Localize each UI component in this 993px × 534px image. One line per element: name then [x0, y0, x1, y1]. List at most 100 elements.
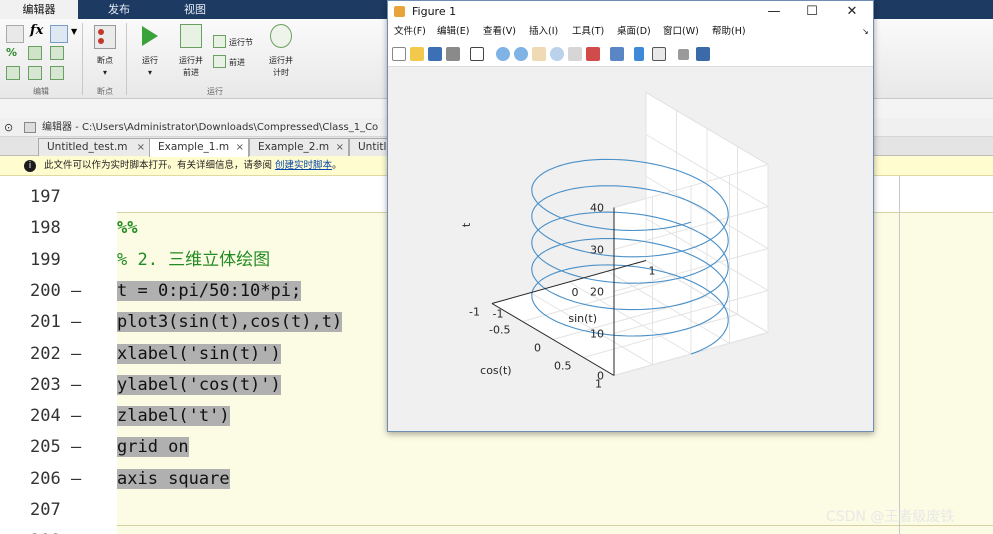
z-tick-label: 20 [590, 286, 604, 299]
menu-edit[interactable]: 编辑(E) [437, 22, 469, 42]
code-line[interactable]: grid on [117, 435, 189, 459]
print-icon[interactable] [446, 47, 460, 61]
editor-path: 编辑器 - C:\Users\Administrator\Downloads\C… [42, 122, 379, 133]
run-and-time-label-1[interactable]: 运行并 [262, 55, 300, 66]
zoom-out-icon[interactable] [514, 47, 528, 61]
menu-file[interactable]: 文件(F) [394, 22, 426, 42]
editor-icon [24, 122, 36, 133]
chevron-down-icon[interactable]: ▾ [144, 67, 156, 78]
code-line[interactable]: zlabel('t') [117, 404, 230, 428]
run-section-button[interactable]: 运行节 [229, 37, 261, 48]
x-tick-label: 1 [649, 265, 656, 278]
create-live-script-link[interactable]: 创建实时脚本 [275, 160, 332, 171]
run-and-advance-icon[interactable] [180, 24, 202, 48]
new-figure-icon[interactable] [392, 47, 406, 61]
y-axis-label: cos(t) [480, 364, 511, 377]
code-line[interactable]: %% [117, 529, 137, 534]
insert-function-icon[interactable]: fx [30, 23, 43, 38]
code-line[interactable]: plot3(sin(t),cos(t),t) [117, 310, 343, 334]
file-tab-label: Example_2.m [258, 141, 330, 153]
breakpoint-button[interactable]: 断点 [90, 55, 120, 66]
file-tab-untitled[interactable]: Untitl [349, 138, 389, 156]
maximize-button[interactable]: ☐ [794, 1, 830, 22]
figure-window[interactable]: Figure 1 — ☐ ✕ 文件(F) 编辑(E) 查看(V) 插入(I) 工… [387, 0, 874, 432]
z-tick-label: 30 [590, 244, 604, 257]
code-line[interactable]: ylabel('cos(t)') [117, 373, 281, 397]
wrap-icon[interactable] [28, 46, 42, 60]
menu-help[interactable]: 帮助(H) [712, 22, 746, 42]
code-line[interactable]: %% [117, 216, 137, 240]
breakpoint-icon[interactable] [94, 25, 116, 49]
open-file-icon[interactable] [410, 47, 424, 61]
helix-3d-plot[interactable]: -101-1-0.500.51010203040sin(t)cos(t)t [388, 67, 873, 431]
data-cursor-icon[interactable] [568, 47, 582, 61]
screen: { "ribbon": { "tabs": ["编辑器", "发布", "视图"… [0, 0, 993, 534]
file-tab-example-2[interactable]: Example_2.m × [249, 138, 349, 156]
smart-indent-icon[interactable] [50, 25, 68, 43]
collapse-icon[interactable]: ⊙ [4, 118, 13, 137]
save-icon[interactable] [428, 47, 442, 61]
line-number: 208 [30, 529, 92, 534]
select-arrow-icon[interactable] [470, 47, 484, 61]
advance-button[interactable]: 前进 [229, 57, 255, 68]
code-line[interactable]: t = 0:pi/50:10*pi; [117, 279, 302, 303]
run-and-advance-label-2[interactable]: 前进 [172, 67, 210, 78]
close-button[interactable]: ✕ [834, 1, 870, 22]
matlab-logo-icon [394, 6, 405, 17]
code-line[interactable]: axis square [117, 467, 230, 491]
info-text: 此文件可以作为实时脚本打开。有关详细信息，请参阅 创建实时脚本。 [44, 160, 342, 171]
advance-icon[interactable] [213, 55, 226, 68]
colorbar-icon[interactable] [634, 47, 644, 61]
decrease-indent-icon[interactable] [28, 66, 42, 80]
brush-icon[interactable] [586, 47, 600, 61]
chevron-down-icon[interactable]: ▼ [71, 27, 77, 36]
minimize-button[interactable]: — [756, 1, 792, 22]
indent-icon[interactable] [6, 66, 20, 80]
hide-tools-icon[interactable] [678, 49, 689, 60]
menu-tools[interactable]: 工具(T) [572, 22, 604, 42]
menu-desktop[interactable]: 桌面(D) [617, 22, 651, 42]
close-icon[interactable]: × [137, 139, 145, 156]
run-and-advance-label-1[interactable]: 运行并 [172, 55, 210, 66]
show-tools-icon[interactable] [696, 47, 710, 61]
group-label-breakpoints: 断点 [97, 87, 113, 96]
line-number: 205 — [30, 437, 82, 458]
legend-icon[interactable] [652, 47, 666, 61]
plot-area[interactable]: -1 0 1 -1 -0.5 0 0.5 1 0 10 20 30 40 sin(t) cos(t) t [388, 67, 873, 431]
comment-icon[interactable] [6, 25, 24, 43]
link-plot-icon[interactable] [610, 47, 624, 61]
chevron-down-icon[interactable]: ▾ [99, 67, 111, 78]
menu-window[interactable]: 窗口(W) [663, 22, 699, 42]
group-label-run: 运行 [207, 87, 223, 96]
run-section-icon[interactable] [213, 35, 226, 48]
file-tab-label: Untitl [358, 141, 387, 153]
close-icon[interactable]: × [236, 139, 244, 156]
file-tab-untitled-test[interactable]: Untitled_test.m × [38, 138, 150, 156]
run-and-time-icon[interactable] [270, 24, 292, 48]
run-icon[interactable] [140, 24, 160, 48]
menu-insert[interactable]: 插入(I) [529, 22, 558, 42]
pan-icon[interactable] [532, 47, 546, 61]
line-number: 197 [30, 187, 61, 207]
tab-publish[interactable]: 发布 [86, 0, 152, 19]
run-button[interactable]: 运行 [134, 55, 166, 66]
run-and-time-label-2[interactable]: 计时 [262, 67, 300, 78]
figure-title-bar[interactable]: Figure 1 — ☐ ✕ [388, 1, 873, 22]
line-number: 199 [30, 249, 61, 270]
tab-view[interactable]: 视图 [160, 0, 230, 19]
uncomment-icon[interactable] [50, 46, 64, 60]
close-icon[interactable]: × [336, 139, 344, 156]
rotate-3d-icon[interactable] [550, 47, 564, 61]
file-tab-example-1[interactable]: Example_1.m × [149, 138, 249, 157]
z-tick-label: 40 [590, 202, 604, 215]
x-axis-label: sin(t) [568, 312, 597, 325]
code-line[interactable]: xlabel('sin(t)') [117, 342, 281, 366]
z-tick-label: 0 [597, 370, 604, 383]
percent-icon[interactable]: % [6, 46, 17, 59]
menu-view[interactable]: 查看(V) [483, 22, 516, 42]
increase-indent-icon[interactable] [50, 66, 64, 80]
tab-editor[interactable]: 编辑器 [0, 0, 78, 19]
code-line[interactable]: % 2. 三维立体绘图 [117, 248, 270, 272]
menu-overflow-icon[interactable]: ↘ [862, 22, 869, 42]
zoom-in-icon[interactable] [496, 47, 510, 61]
